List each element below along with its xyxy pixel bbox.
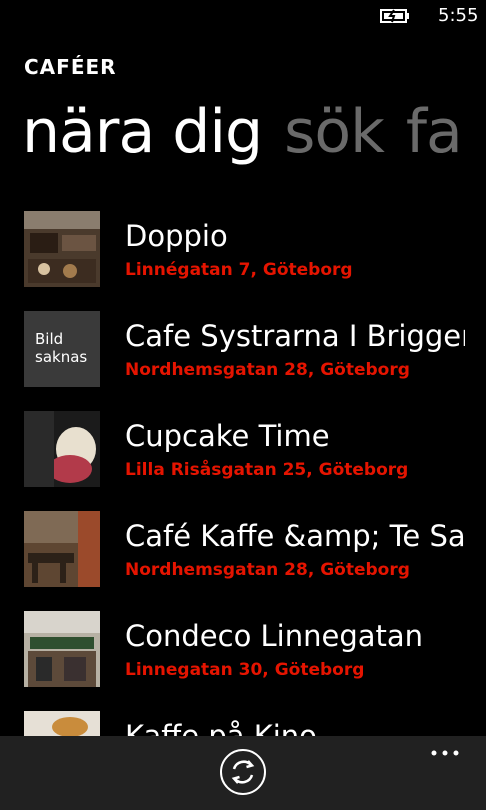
- pivot-item-nearby[interactable]: nära dig: [22, 96, 263, 168]
- cafe-thumbnail: [24, 611, 100, 687]
- list-item[interactable]: Cupcake Time Lilla Risåsgatan 25, Götebo…: [0, 405, 486, 505]
- cafe-name: Condeco Linnegatan: [125, 619, 424, 653]
- app-bar: [0, 736, 486, 810]
- cafe-address: Linnegatan 30, Göteborg: [125, 660, 365, 680]
- refresh-icon: [231, 760, 255, 784]
- cafe-name: Café Kaffe &amp; Te Salu: [125, 519, 465, 553]
- pivot-item-favorites[interactable]: fa: [406, 96, 463, 168]
- app-title: CAFÉER: [24, 55, 117, 79]
- list-item[interactable]: Doppio Linnégatan 7, Göteborg: [0, 205, 486, 305]
- status-bar: 5:55: [0, 0, 486, 34]
- cafe-address: Nordhemsgatan 28, Göteborg: [125, 560, 410, 580]
- list-item[interactable]: Café Kaffe &amp; Te Salu Nordhemsgatan 2…: [0, 505, 486, 605]
- cafe-thumbnail: [24, 211, 100, 287]
- pivot-item-search[interactable]: sök: [284, 96, 385, 168]
- image-missing-placeholder: Bild saknas: [24, 311, 100, 387]
- cafe-address: Nordhemsgatan 28, Göteborg: [125, 360, 410, 380]
- cafe-name: Doppio: [125, 219, 228, 253]
- cafe-address: Lilla Risåsgatan 25, Göteborg: [125, 460, 409, 480]
- cafe-name: Cupcake Time: [125, 419, 330, 453]
- clock: 5:55: [438, 5, 479, 26]
- list-item[interactable]: Condeco Linnegatan Linnegatan 30, Götebo…: [0, 605, 486, 705]
- more-icon[interactable]: [430, 748, 460, 758]
- pivot-header: nära dig sök fa: [22, 96, 484, 168]
- refresh-button[interactable]: [220, 749, 266, 795]
- battery-charging-icon: [380, 9, 409, 23]
- list-item[interactable]: Bild saknas Cafe Systrarna I Briggen Nor…: [0, 305, 486, 405]
- cafe-address: Linnégatan 7, Göteborg: [125, 260, 353, 280]
- cafe-thumbnail: [24, 511, 100, 587]
- cafe-thumbnail: [24, 411, 100, 487]
- cafe-name: Cafe Systrarna I Briggen: [125, 319, 465, 353]
